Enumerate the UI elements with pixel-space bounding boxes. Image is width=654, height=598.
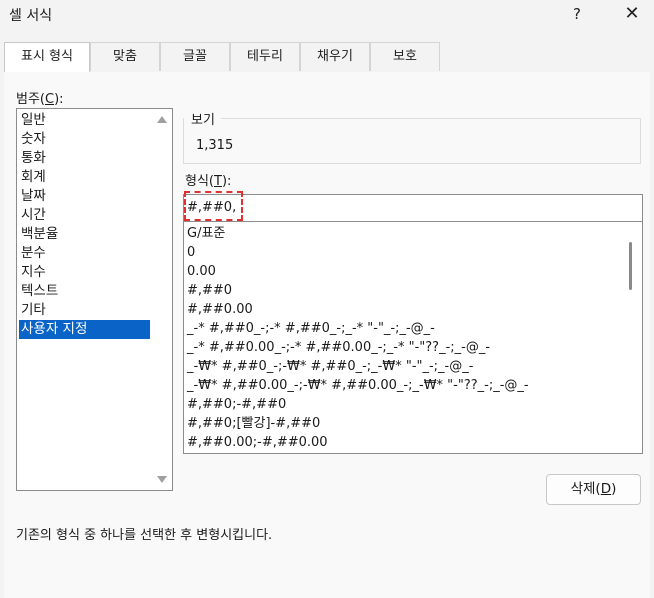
category-item[interactable]: 회계 (19, 168, 150, 187)
tab-fill[interactable]: 채우기 (300, 42, 370, 71)
category-item[interactable]: 텍스트 (19, 282, 150, 301)
format-code-item[interactable]: #,##0;-#,##0 (187, 395, 286, 414)
category-item[interactable]: 기타 (19, 301, 150, 320)
format-code-item[interactable]: _-* #,##0_-;-* #,##0_-;_-* "-"_-;_-@_- (187, 319, 435, 338)
format-code-item[interactable]: _-* #,##0.00_-;-* #,##0.00_-;_-* "-"??_-… (187, 338, 490, 357)
category-item[interactable]: 백분율 (19, 225, 150, 244)
format-code-item[interactable]: _-₩* #,##0.00_-;-₩* #,##0.00_-;_-₩* "-"?… (187, 376, 529, 395)
category-item[interactable]: 날짜 (19, 187, 150, 206)
tab-number[interactable]: 표시 형식 (4, 42, 90, 73)
format-input[interactable]: #,##0, (183, 194, 643, 222)
scroll-down-icon[interactable] (157, 476, 167, 483)
format-code-item[interactable]: 0.00 (187, 262, 216, 281)
format-code-item[interactable]: 0 (187, 243, 195, 262)
category-item[interactable]: 숫자 (19, 130, 150, 149)
tab-font[interactable]: 글꼴 (160, 42, 230, 71)
annotation-highlight (184, 191, 243, 221)
preview-group: 1,315 (183, 118, 641, 164)
delete-button[interactable]: 삭제(D) (546, 474, 641, 505)
format-code-item[interactable]: #,##0 (187, 281, 232, 300)
format-label: 형식(T): (185, 174, 232, 189)
category-list[interactable]: 일반 숫자 통화 회계 날짜 시간 백분율 분수 지수 텍스트 기타 사용자 지… (16, 108, 173, 491)
format-code-item[interactable]: _-₩* #,##0_-;-₩* #,##0_-;_-₩* "-"_-;_-@_… (187, 357, 473, 376)
tab-border[interactable]: 테두리 (230, 42, 300, 71)
format-code-item[interactable]: #,##0.00;-#,##0.00 (187, 433, 328, 452)
preview-value: 1,315 (196, 138, 234, 153)
format-code-item[interactable]: #,##0;[빨강]-#,##0 (187, 414, 320, 433)
category-scrollbar[interactable] (153, 110, 171, 489)
description-text: 기존의 형식 중 하나를 선택한 후 변형시킵니다. (16, 528, 273, 543)
close-button[interactable]: ✕ (616, 2, 648, 26)
category-item[interactable]: 일반 (19, 111, 150, 130)
format-list-scroll-thumb[interactable] (629, 242, 632, 290)
window-title: 셀 서식 (9, 8, 53, 24)
format-code-item[interactable]: G/표준 (187, 224, 225, 243)
format-code-list[interactable]: G/표준 0 0.00 #,##0 #,##0.00 _-* #,##0_-;-… (183, 222, 643, 454)
category-item[interactable]: 지수 (19, 263, 150, 282)
category-label: 범주(C): (16, 92, 64, 107)
format-code-item[interactable]: #,##0.00 (187, 300, 253, 319)
category-item[interactable]: 시간 (19, 206, 150, 225)
number-format-panel: 범주(C): 일반 숫자 통화 회계 날짜 시간 백분율 분수 지수 텍스트 기… (4, 72, 650, 598)
category-item-selected[interactable]: 사용자 지정 (19, 320, 150, 339)
category-item[interactable]: 분수 (19, 244, 150, 263)
category-item[interactable]: 통화 (19, 149, 150, 168)
tab-protection[interactable]: 보호 (370, 42, 440, 71)
scroll-up-icon[interactable] (157, 116, 167, 123)
tab-alignment[interactable]: 맞춤 (90, 42, 160, 71)
title-bar: 셀 서식 ? ✕ (0, 0, 654, 30)
tab-bar: 표시 형식 맞춤 글꼴 테두리 채우기 보호 (4, 42, 650, 73)
help-button[interactable]: ? (561, 2, 593, 26)
